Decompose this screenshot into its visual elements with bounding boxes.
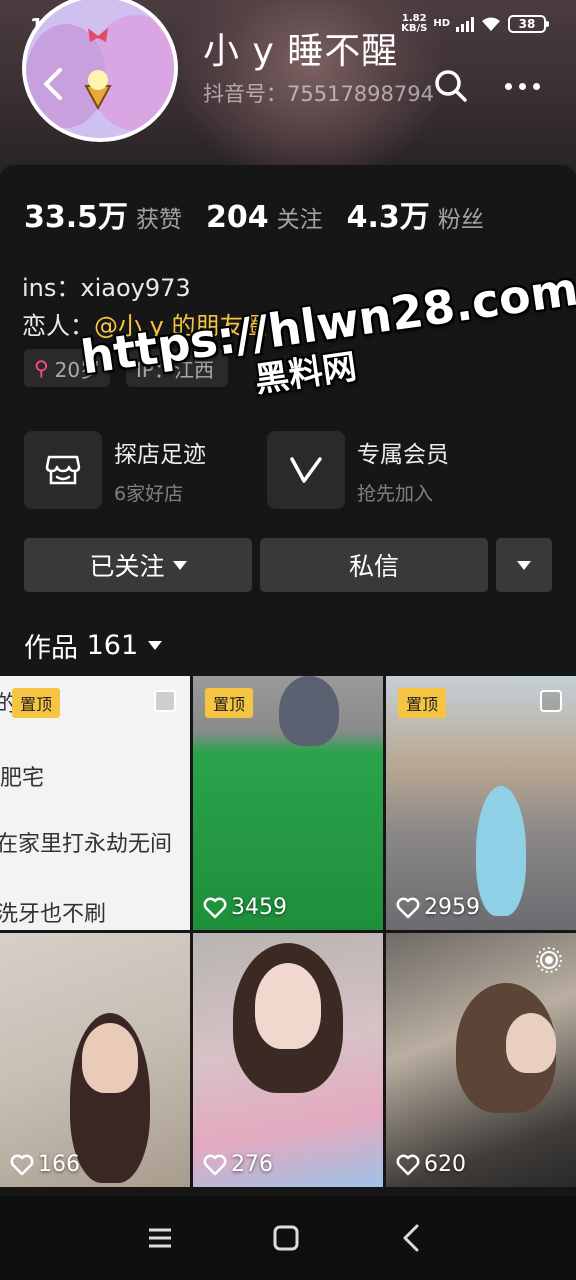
signal-icon — [456, 16, 474, 32]
heart-icon — [203, 1154, 227, 1175]
stat-followers[interactable]: 4.3万 粉丝 — [347, 192, 484, 236]
pinned-badge: 置顶 — [12, 688, 61, 718]
heart-icon — [396, 1154, 420, 1175]
thumbnail-caption: 肥宅 — [0, 766, 45, 791]
person-face — [255, 963, 321, 1049]
store-visits-entry[interactable]: 探店足迹 6家好店 — [24, 430, 206, 510]
network-speed-unit: KB/S — [401, 23, 428, 34]
person-face — [82, 1023, 138, 1093]
like-count-value: 2959 — [424, 895, 480, 920]
video-thumbnail[interactable]: 的 肥宅 在家里打永劫无间 洗牙也不刷 置顶 — [0, 676, 190, 930]
stat-following[interactable]: 204 关注 — [206, 200, 323, 235]
select-checkbox[interactable] — [154, 690, 176, 712]
vip-icon-box — [267, 431, 345, 509]
followed-label: 已关注 — [89, 552, 165, 581]
store-icon — [45, 455, 81, 485]
heart-icon — [10, 1154, 34, 1175]
works-count: 161 — [86, 630, 139, 661]
profile-stats: 33.5万 获赞 204 关注 4.3万 粉丝 — [24, 192, 508, 236]
expand-recommendations-button[interactable] — [496, 538, 552, 592]
like-count-value: 3459 — [231, 895, 287, 920]
video-thumbnail[interactable]: 166 — [0, 933, 190, 1187]
stat-label: 粉丝 — [437, 207, 484, 233]
store-subtitle: 6家好店 — [114, 482, 184, 505]
like-count: 2959 — [396, 895, 480, 920]
pinned-badge: 置顶 — [398, 688, 447, 718]
video-thumbnail[interactable]: 置顶 3459 — [193, 676, 383, 930]
like-count-value: 620 — [424, 1152, 466, 1177]
vip-entry[interactable]: 专属会员 抢先加入 — [267, 430, 449, 510]
person-face — [506, 1013, 556, 1073]
video-thumbnail[interactable]: 276 — [193, 933, 383, 1187]
back-icon[interactable] — [392, 1218, 432, 1258]
douyin-id: 抖音号：75517898794 — [203, 82, 434, 106]
works-label: 作品 — [24, 633, 78, 664]
system-navigation-bar — [0, 1196, 576, 1280]
wifi-icon — [482, 17, 500, 31]
video-grid: 的 肥宅 在家里打永劫无间 洗牙也不刷 置顶 置顶 3459 置顶 2959 1… — [0, 676, 576, 1196]
thumbnail-caption: 洗牙也不刷 — [0, 902, 107, 927]
select-checkbox[interactable] — [540, 690, 562, 712]
video-thumbnail[interactable]: 置顶 2959 — [386, 676, 576, 930]
vip-icon — [290, 457, 322, 483]
store-icon-box — [24, 431, 102, 509]
stat-value: 204 — [206, 200, 269, 235]
female-icon: ⚲ — [34, 356, 49, 380]
works-tab[interactable]: 作品 161 — [24, 626, 163, 665]
bio-instagram: ins：xiaoy973 — [22, 274, 191, 302]
back-button[interactable] — [36, 64, 72, 104]
recent-apps-icon[interactable] — [140, 1218, 180, 1258]
followed-button[interactable]: 已关注 — [24, 538, 252, 592]
person-figure — [476, 786, 526, 916]
like-count: 166 — [10, 1152, 80, 1177]
stat-label: 关注 — [276, 207, 323, 233]
like-count: 620 — [396, 1152, 466, 1177]
home-icon[interactable] — [266, 1218, 306, 1258]
player-figure — [279, 676, 339, 746]
heart-icon — [396, 897, 420, 918]
caret-down-icon — [172, 560, 187, 570]
message-button[interactable]: 私信 — [260, 538, 488, 592]
status-icons: 1.82 KB/S HD 38 — [401, 14, 549, 34]
live-photo-icon — [536, 947, 562, 973]
stat-value: 33.5万 — [24, 200, 129, 235]
stat-value: 4.3万 — [346, 200, 430, 235]
vip-title: 专属会员 — [357, 441, 449, 468]
heart-icon — [203, 897, 227, 918]
search-icon[interactable] — [433, 68, 469, 104]
more-options-button[interactable] — [500, 74, 544, 98]
caret-down-icon — [148, 641, 163, 650]
thumbnail-caption: 在家里打永劫无间 — [0, 832, 173, 857]
network-type: HD — [433, 18, 450, 29]
video-thumbnail[interactable]: 620 — [386, 933, 576, 1187]
profile-name: 小 y 睡不醒 — [203, 31, 399, 72]
like-count-value: 166 — [38, 1152, 80, 1177]
store-title: 探店足迹 — [114, 441, 206, 468]
like-count: 276 — [203, 1152, 273, 1177]
caret-down-icon — [517, 560, 531, 570]
pinned-badge: 置顶 — [205, 688, 254, 718]
network-speed: 1.82 KB/S — [401, 14, 427, 34]
vip-subtitle: 抢先加入 — [357, 482, 434, 505]
stat-label: 获赞 — [136, 207, 183, 233]
like-count-value: 276 — [231, 1152, 273, 1177]
battery-icon: 38 — [508, 15, 549, 33]
stat-likes[interactable]: 33.5万 获赞 — [24, 192, 182, 236]
like-count: 3459 — [203, 895, 287, 920]
